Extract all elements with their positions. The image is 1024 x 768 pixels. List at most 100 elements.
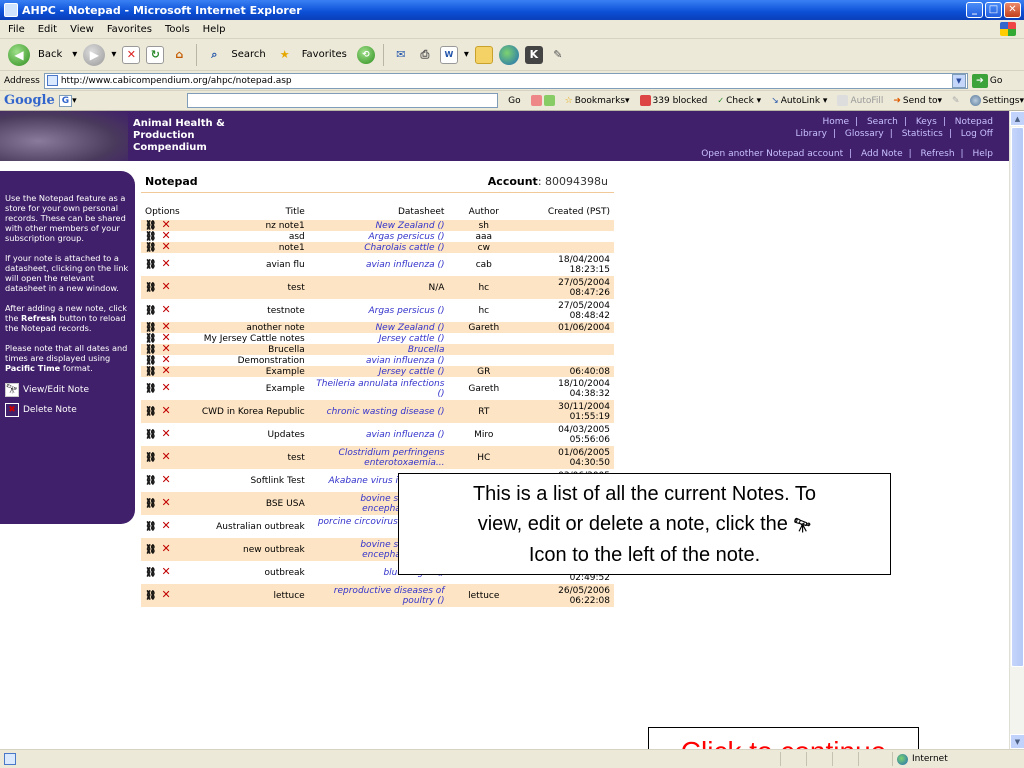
delete-icon[interactable]: ✕ [161, 589, 170, 600]
datasheet-link[interactable]: chronic wasting disease () [309, 400, 449, 423]
messenger-globe-icon[interactable] [498, 44, 519, 65]
print-icon[interactable]: ⎙ [416, 46, 434, 64]
dropdown-arrow-icon[interactable]: ▾ [72, 49, 77, 60]
go-arrow-icon[interactable]: ➔ [971, 73, 988, 88]
nav-glossary[interactable]: Glossary [845, 129, 884, 139]
binoculars-icon[interactable]: ⛓ [145, 407, 156, 417]
binoculars-icon[interactable]: ⛓ [145, 283, 156, 293]
research-icon[interactable]: ✎ [549, 46, 567, 64]
binoculars-icon[interactable]: ⛓ [145, 453, 156, 463]
delete-icon[interactable]: ✕ [161, 543, 170, 554]
datasheet-link[interactable]: Brucella [309, 344, 449, 355]
address-input[interactable]: http://www.cabicompendium.org/ahpc/notep… [43, 72, 968, 89]
edit-page-icon[interactable]: W [439, 45, 458, 64]
delete-icon[interactable]: ✕ [161, 405, 170, 416]
autolink-button[interactable]: ↘ AutoLink ▾ [771, 96, 827, 106]
popup-blocker-button[interactable]: 339 blocked [639, 95, 708, 106]
datasheet-link[interactable]: reproductive diseases of poultry () [309, 584, 449, 607]
check-label[interactable]: Check ▾ [726, 96, 761, 106]
menu-tools[interactable]: Tools [165, 24, 190, 35]
delete-icon[interactable]: ✕ [161, 365, 170, 376]
favorites-star-icon[interactable]: ★ [276, 46, 294, 64]
datasheet-link[interactable]: Jersey cattle () [309, 333, 449, 344]
binoculars-icon[interactable]: ⛓ [145, 476, 156, 486]
google-g-button[interactable]: G [58, 94, 73, 107]
dropdown-arrow-icon[interactable]: ▾ [464, 49, 469, 60]
delete-icon[interactable]: ✕ [161, 241, 170, 252]
binoculars-icon[interactable]: ⛓ [145, 591, 156, 601]
forward-arrow-icon[interactable]: ▶ [83, 43, 106, 66]
folder-icon[interactable] [474, 45, 493, 64]
delete-icon[interactable]: ✕ [161, 382, 170, 393]
back-arrow-icon[interactable]: ◀ [8, 43, 30, 66]
sendto-button[interactable]: ➜ Send to▾ [893, 96, 942, 106]
refresh-link[interactable]: Refresh [921, 149, 955, 159]
nav-search[interactable]: Search [867, 117, 898, 127]
add-note-link[interactable]: Add Note [861, 149, 903, 159]
delete-icon[interactable]: ✕ [161, 474, 170, 485]
nav-logoff[interactable]: Log Off [961, 129, 993, 139]
close-button[interactable]: ✕ [1004, 2, 1021, 18]
google-search-input[interactable] [186, 93, 499, 108]
bookmarks-button[interactable]: ☆ Bookmarks▾ [565, 96, 630, 106]
delete-icon[interactable]: ✕ [161, 281, 170, 292]
datasheet-link[interactable]: avian influenza () [309, 423, 449, 446]
binoculars-icon[interactable]: ⛓ [145, 384, 156, 394]
vertical-scrollbar[interactable]: ▲ ▼ [1009, 111, 1024, 749]
nav-library[interactable]: Library [795, 129, 826, 139]
menu-edit[interactable]: Edit [38, 24, 57, 35]
back-button-label[interactable]: Back [38, 49, 62, 60]
delete-icon[interactable]: ✕ [161, 566, 170, 577]
bookmarks-label[interactable]: Bookmarks▾ [575, 96, 630, 106]
datasheet-link[interactable]: Argas persicus () [309, 231, 449, 242]
refresh-icon[interactable]: ↻ [146, 45, 165, 64]
dropdown-arrow-icon[interactable]: ▾ [111, 49, 116, 60]
datasheet-link[interactable]: Theileria annulata infections () [309, 377, 449, 400]
datasheet-link[interactable]: Argas persicus () [309, 299, 449, 322]
datasheet-link[interactable]: Clostridium perfringens enterotoxaemia..… [309, 446, 449, 469]
datasheet-link[interactable]: New Zealand () [309, 322, 449, 333]
delete-icon[interactable]: ✕ [161, 520, 170, 531]
stop-icon[interactable]: ✕ [122, 45, 141, 64]
settings-label[interactable]: Settings▾ [983, 96, 1024, 106]
dropdown-arrow-icon[interactable]: ▾ [72, 96, 77, 106]
binoculars-icon[interactable]: ⛓ [145, 545, 156, 555]
go-button[interactable]: ➔ Go [971, 73, 1002, 88]
settings-button[interactable]: Settings▾ [969, 95, 1024, 106]
k-toolbar-icon[interactable]: K [524, 45, 543, 64]
nav-statistics[interactable]: Statistics [902, 129, 943, 139]
sendto-label[interactable]: Send to▾ [903, 96, 942, 106]
datasheet-link[interactable]: New Zealand () [309, 220, 449, 231]
binoculars-icon[interactable]: ⛓ [145, 568, 156, 578]
home-icon[interactable]: ⌂ [170, 46, 188, 64]
autolink-label[interactable]: AutoLink ▾ [781, 96, 828, 106]
menu-view[interactable]: View [70, 24, 94, 35]
favorites-button-label[interactable]: Favorites [302, 49, 347, 60]
address-dropdown-icon[interactable]: ▼ [951, 73, 966, 88]
blocked-count[interactable]: 339 blocked [653, 96, 708, 106]
minimize-button[interactable]: _ [966, 2, 983, 18]
binoculars-icon[interactable]: ⛓ [145, 430, 156, 440]
binoculars-icon[interactable]: ⛓ [145, 522, 156, 532]
datasheet-link[interactable]: avian influenza () [309, 253, 449, 276]
open-another-account-link[interactable]: Open another Notepad account [701, 149, 843, 159]
autofill-button[interactable]: AutoFill [837, 95, 883, 106]
google-go-label[interactable]: Go [508, 96, 520, 106]
search-icon[interactable]: ⌕ [205, 46, 223, 64]
search-button-label[interactable]: Search [231, 49, 265, 60]
binoculars-icon[interactable]: ⛓ [145, 221, 156, 231]
delete-icon[interactable]: ✕ [161, 304, 170, 315]
spell-check-button[interactable]: ✓ Check ▾ [717, 96, 761, 106]
autofill-label[interactable]: AutoFill [850, 96, 883, 106]
datasheet-link[interactable]: avian influenza () [309, 355, 449, 366]
datasheet-link[interactable]: Charolais cattle () [309, 242, 449, 253]
scroll-thumb[interactable] [1011, 127, 1024, 667]
menu-help[interactable]: Help [203, 24, 226, 35]
help-link[interactable]: Help [972, 149, 993, 159]
delete-icon[interactable]: ✕ [161, 451, 170, 462]
binoculars-icon[interactable]: ⛓ [145, 232, 156, 242]
binoculars-icon[interactable]: ⛓ [145, 345, 156, 355]
binoculars-icon[interactable]: ⛓ [145, 367, 156, 377]
history-icon[interactable]: ⟲ [356, 45, 375, 64]
nav-keys[interactable]: Keys [916, 117, 937, 127]
